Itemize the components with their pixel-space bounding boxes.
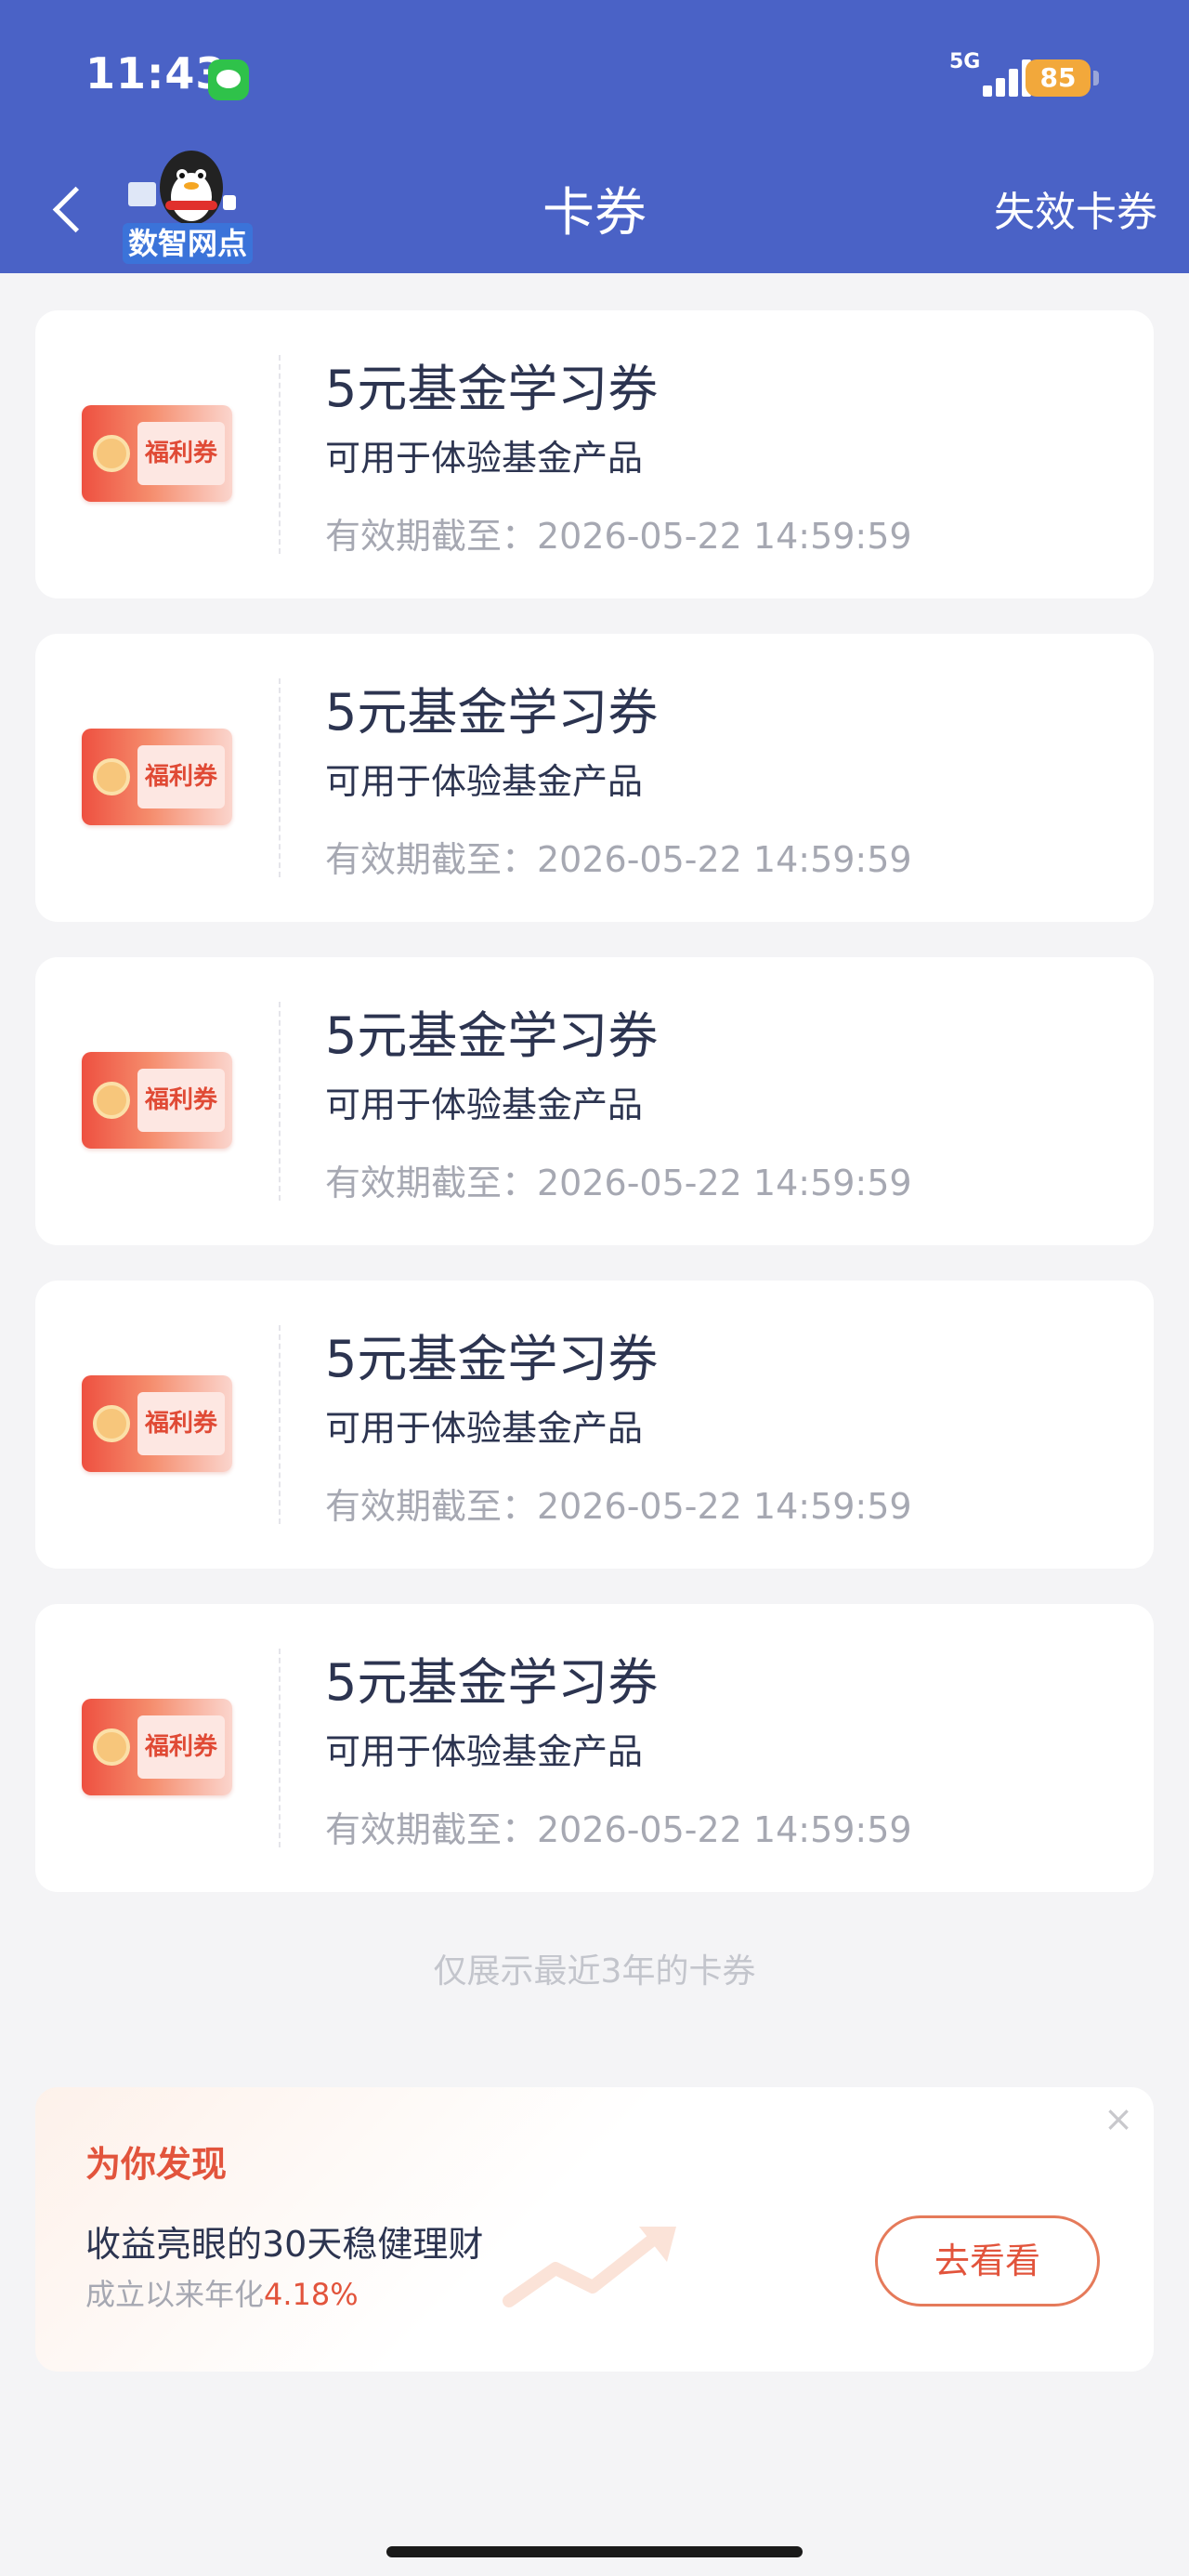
promo-rate-value: 4.18% xyxy=(264,2277,359,2312)
coin-icon xyxy=(93,758,130,795)
coupon-title: 5元基金学习券 xyxy=(325,1330,659,1388)
close-icon[interactable]: × xyxy=(1100,2100,1137,2137)
coupon-thumbnail: 福利券 xyxy=(82,405,232,502)
home-indicator xyxy=(386,2546,803,2557)
coupon-thumbnail: 福利券 xyxy=(82,729,232,825)
coin-icon xyxy=(93,1405,130,1442)
promo-card[interactable]: 为你发现 × 收益亮眼的30天稳健理财 成立以来年化4.18% 去看看 xyxy=(35,2087,1154,2372)
divider xyxy=(279,678,281,877)
divider xyxy=(279,355,281,554)
coupon-tag: 福利券 xyxy=(137,1715,225,1779)
coupon-card[interactable]: 福利券 5元基金学习券可用于体验基金产品有效期截至：2026-05-22 14:5… xyxy=(35,957,1154,1245)
coupon-description: 可用于体验基金产品 xyxy=(325,438,644,479)
message-icon xyxy=(208,59,249,100)
coupon-title: 5元基金学习券 xyxy=(325,1006,659,1065)
coupon-card[interactable]: 福利券 5元基金学习券可用于体验基金产品有效期截至：2026-05-22 14:5… xyxy=(35,634,1154,922)
promo-rate: 成立以来年化4.18% xyxy=(85,2271,359,2314)
coupon-title: 5元基金学习券 xyxy=(325,683,659,742)
coupon-description: 可用于体验基金产品 xyxy=(325,761,644,802)
coin-icon xyxy=(93,1728,130,1766)
divider xyxy=(279,1649,281,1847)
coin-icon xyxy=(93,435,130,472)
trend-icon xyxy=(503,2227,676,2307)
coupon-expiry: 有效期截至：2026-05-22 14:59:59 xyxy=(325,516,912,557)
promo-rate-label: 成立以来年化 xyxy=(85,2277,265,2312)
coin-icon xyxy=(93,1082,130,1119)
coupon-thumbnail: 福利券 xyxy=(82,1375,232,1472)
battery-tip xyxy=(1093,71,1099,85)
coupon-title: 5元基金学习券 xyxy=(325,360,659,418)
battery-icon: 85 xyxy=(1026,59,1091,97)
promo-heading: 为你发现 xyxy=(85,2144,228,2185)
divider xyxy=(279,1325,281,1524)
coupon-tag: 福利券 xyxy=(137,745,225,808)
coupon-tag: 福利券 xyxy=(137,1392,225,1455)
coupon-tag: 福利券 xyxy=(137,1069,225,1132)
coupon-tag: 福利券 xyxy=(137,422,225,485)
coupon-card[interactable]: 福利券 5元基金学习券可用于体验基金产品有效期截至：2026-05-22 14:5… xyxy=(35,1604,1154,1892)
network-type: 5G xyxy=(949,50,981,73)
coupon-expiry: 有效期截至：2026-05-22 14:59:59 xyxy=(325,839,912,880)
coupon-title: 5元基金学习券 xyxy=(325,1653,659,1712)
coupon-description: 可用于体验基金产品 xyxy=(325,1084,644,1125)
coupon-description: 可用于体验基金产品 xyxy=(325,1731,644,1772)
coupon-expiry: 有效期截至：2026-05-22 14:59:59 xyxy=(325,1163,912,1203)
header: 11:43 5G 85 数智网点 卡券 失效卡券 xyxy=(0,0,1189,273)
promo-title: 收益亮眼的30天稳健理财 xyxy=(85,2224,484,2265)
coupon-expiry: 有效期截至：2026-05-22 14:59:59 xyxy=(325,1809,912,1850)
coupon-card[interactable]: 福利券 5元基金学习券可用于体验基金产品有效期截至：2026-05-22 14:5… xyxy=(35,310,1154,598)
coupon-description: 可用于体验基金产品 xyxy=(325,1408,644,1449)
footer-note: 仅展示最近3年的卡券 xyxy=(433,1952,756,1991)
coupon-thumbnail: 福利券 xyxy=(82,1699,232,1795)
view-button[interactable]: 去看看 xyxy=(875,2215,1100,2307)
expired-coupons-link[interactable]: 失效卡券 xyxy=(994,178,1157,238)
coupon-thumbnail: 福利券 xyxy=(82,1052,232,1149)
status-time: 11:43 xyxy=(85,48,227,99)
divider xyxy=(279,1002,281,1201)
coupon-expiry: 有效期截至：2026-05-22 14:59:59 xyxy=(325,1486,912,1527)
coupon-card[interactable]: 福利券 5元基金学习券可用于体验基金产品有效期截至：2026-05-22 14:5… xyxy=(35,1281,1154,1569)
